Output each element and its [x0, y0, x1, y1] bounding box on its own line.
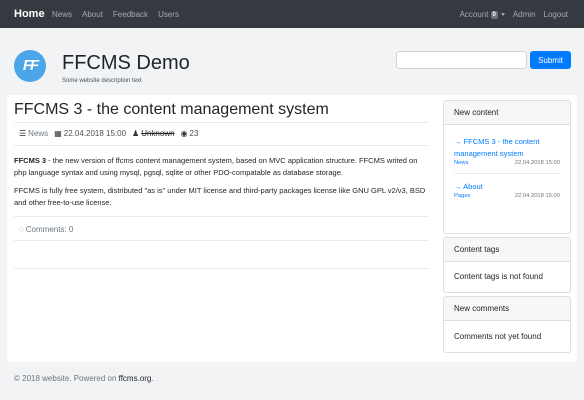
content-tags-body: Content tags is not found	[454, 272, 543, 281]
eye-icon: ◉	[180, 129, 188, 138]
news-separator	[454, 173, 560, 174]
date-meta: ▦ 22.04.2018 15:00	[54, 129, 126, 138]
calendar-icon: ▦	[54, 129, 62, 138]
news-item-meta: News 22.04.2018 15:00	[454, 160, 560, 166]
new-comments-body: Comments not yet found	[454, 332, 542, 341]
article-paragraph-1: FFCMS 3 - the new version of ffcms conte…	[14, 155, 430, 178]
footer-suffix: .	[151, 374, 154, 383]
title-divider	[14, 122, 429, 123]
article-date: 22.04.2018 15:00	[63, 129, 127, 138]
author-meta: ♟ Unknown	[132, 129, 175, 138]
body-divider	[14, 216, 429, 217]
nav-user-links: Account 0 Admin Logout	[460, 10, 568, 19]
news-item-date: 22.04.2018 15:00	[514, 160, 560, 166]
account-dropdown[interactable]: Account 0	[460, 10, 505, 19]
nav-about-link[interactable]: About	[82, 10, 103, 19]
article-author[interactable]: Unknown	[141, 129, 174, 138]
meta-divider	[14, 145, 429, 146]
nav-feedback-link[interactable]: Feedback	[113, 10, 148, 19]
article-views: 23	[189, 129, 199, 138]
comments-label: Comments: 0	[25, 225, 74, 234]
caret-down-icon	[500, 13, 505, 16]
nav-main-links: News About Feedback Users	[52, 10, 179, 19]
account-label: Account	[459, 10, 489, 19]
nav-home-link[interactable]: Home	[14, 8, 45, 20]
comments-divider	[14, 240, 429, 241]
article-title: FFCMS 3 - the content management system	[14, 101, 329, 118]
category-meta: ☰ News	[19, 129, 48, 138]
comments-link[interactable]: ◌ Comments: 0	[19, 225, 73, 234]
nav-news-link[interactable]: News	[52, 10, 72, 19]
search-input[interactable]	[396, 51, 527, 69]
nav-admin-link[interactable]: Admin	[513, 10, 536, 19]
nav-logout-link[interactable]: Logout	[544, 10, 568, 19]
article-body: FFCMS 3 - the new version of ffcms conte…	[14, 155, 430, 215]
bottom-divider	[14, 268, 429, 269]
news-item: → About Pages 22.04.2018 15:00	[454, 181, 560, 199]
user-icon: ♟	[132, 129, 140, 138]
footer: © 2018 website. Powered on ffcms.org.	[14, 374, 154, 383]
news-item-meta: Pages 22.04.2018 15:00	[454, 193, 560, 199]
nav-users-link[interactable]: Users	[158, 10, 179, 19]
comment-icon: ◌	[19, 225, 24, 234]
news-item-link[interactable]: → FFCMS 3 - the content management syste…	[454, 136, 560, 160]
account-badge: 0	[490, 11, 498, 19]
new-content-header: New content	[444, 101, 570, 125]
list-icon: ☰	[19, 129, 27, 138]
article-paragraph-2: FFCMS is fully free system, distributed …	[14, 186, 426, 207]
footer-org-link[interactable]: ffcms.org	[119, 374, 152, 383]
site-description: Some website description text	[62, 78, 142, 84]
article-body-bold: FFCMS 3	[14, 156, 47, 165]
new-content-card: New content → FFCMS 3 - the content mana…	[443, 100, 571, 234]
top-navbar: Home News About Feedback Users Account 0 …	[0, 0, 584, 28]
views-meta: ◉ 23	[181, 129, 199, 138]
search-submit-button[interactable]: Submit	[530, 51, 571, 69]
news-item-link[interactable]: → About	[454, 181, 560, 193]
site-logo[interactable]: FF	[14, 50, 46, 82]
news-item-date: 22.04.2018 15:00	[514, 193, 560, 199]
content-tags-card: Content tags Content tags is not found	[443, 237, 571, 293]
new-comments-card: New comments Comments not yet found	[443, 296, 571, 353]
site-title: FFCMS Demo	[62, 52, 190, 74]
news-item-category[interactable]: Pages	[454, 193, 470, 199]
new-content-body: → FFCMS 3 - the content management syste…	[444, 125, 570, 199]
news-item: → FFCMS 3 - the content management syste…	[454, 136, 560, 166]
new-comments-header: New comments	[444, 297, 570, 321]
news-item-category[interactable]: News	[454, 160, 469, 166]
article-paragraph-1-text: - the new version of ffcms content manag…	[14, 156, 418, 177]
article-meta: ☰ News ▦ 22.04.2018 15:00 ♟ Unknown ◉ 23	[19, 129, 198, 138]
footer-prefix: © 2018 website. Powered on	[14, 374, 119, 383]
category-link[interactable]: News	[28, 129, 48, 138]
content-tags-header: Content tags	[444, 238, 570, 262]
